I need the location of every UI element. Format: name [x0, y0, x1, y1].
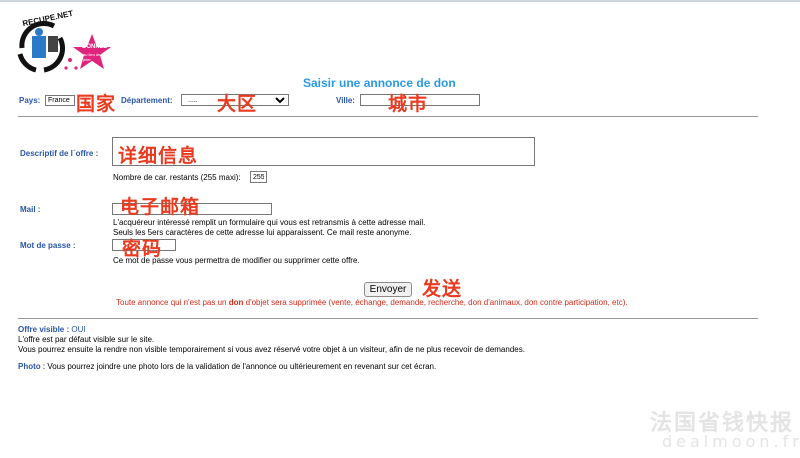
visibility-line-1: L'offre est par défaut visible sur le si… [18, 335, 155, 344]
city-overlay-text: 城市 [388, 93, 429, 115]
watermark-line-2: dealmoon.fr [662, 432, 800, 451]
mail-label: Mail : [20, 205, 41, 214]
warning-text-after: d'objet sera supprimée (vente, échange, … [243, 298, 628, 307]
page-title: Saisir une annonce de don [303, 76, 456, 90]
country-overlay-text: 国家 [76, 93, 117, 115]
password-help-text: Ce mot de passe vous permettra de modifi… [113, 256, 360, 265]
visibility-row: Offre visible : OUI [18, 325, 86, 335]
divider-bottom [18, 318, 758, 319]
logo-badge-subtext: au lieu de jeter [83, 52, 101, 62]
description-overlay-text: 详细信息 [118, 145, 199, 167]
submit-overlay-text: 发送 [422, 278, 463, 300]
warning-text-bold: don [228, 298, 244, 307]
photo-row: Photo : Vous pourrez joindre une photo l… [18, 362, 436, 372]
country-input[interactable] [45, 95, 75, 106]
logo-badge-text: DONNEZ [82, 44, 108, 50]
city-label: Ville: [336, 96, 355, 105]
warning-text: Toute annonce qui n'est pas un don d'obj… [116, 298, 628, 307]
department-label: Département: [121, 96, 173, 105]
top-border [0, 0, 800, 2]
visibility-line-2: Vous pourrez ensuite la rendre non visib… [18, 345, 525, 354]
remaining-chars-counter [250, 171, 267, 183]
divider-top [18, 116, 758, 117]
remaining-chars-label: Nombre de car. restants (255 maxi): [113, 173, 241, 182]
warning-text-before: Toute annonce qui n'est pas un [116, 298, 229, 307]
description-label: Descriptif de l´offre : [20, 149, 99, 158]
photo-text: : Vous pourrez joindre une photo lors de… [40, 362, 437, 371]
password-label: Mot de passe : [20, 241, 76, 250]
visibility-label: Offre visible : [18, 325, 70, 334]
country-label: Pays: [19, 96, 41, 105]
mail-help-line-1: L'acquéreur intéressé remplit un formula… [113, 218, 426, 227]
department-overlay-text: 大区 [217, 93, 258, 115]
mail-overlay-text: 电子邮箱 [120, 196, 201, 218]
photo-label: Photo [18, 362, 41, 371]
site-logo[interactable]: RECUPE.NET DONNEZ au lieu de jeter [14, 9, 124, 76]
submit-button[interactable]: Envoyer [364, 282, 412, 297]
visibility-value: OUI [71, 325, 86, 334]
